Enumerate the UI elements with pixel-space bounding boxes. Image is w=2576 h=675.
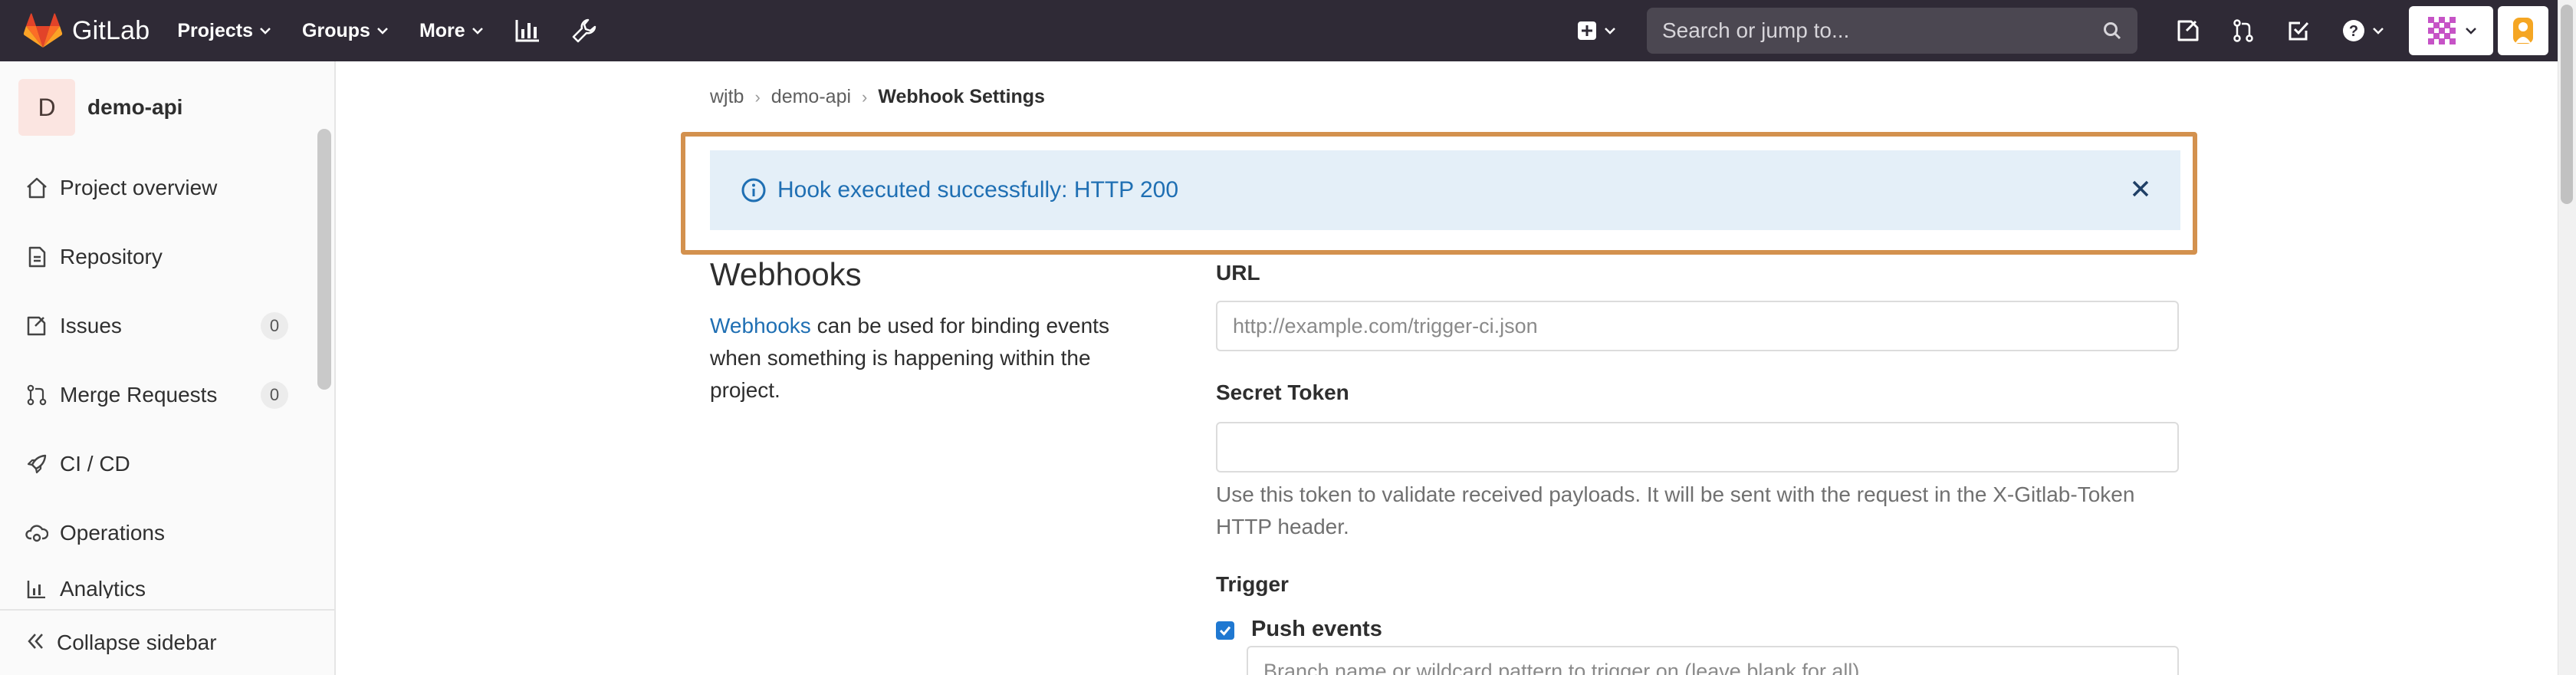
issues-nav-button[interactable] <box>2176 18 2200 43</box>
chevron-down-icon <box>377 28 388 35</box>
doc-icon <box>25 245 49 269</box>
merge-requests-count-badge: 0 <box>261 381 288 409</box>
sidebar-item-label: Analytics <box>60 577 146 598</box>
nav-more-label: More <box>419 19 465 41</box>
chevron-down-icon <box>1605 28 1615 35</box>
double-chevron-left-icon <box>25 631 46 656</box>
sidebar-item-project-overview[interactable]: Project overview <box>0 153 334 222</box>
page-scrollbar-thumb[interactable] <box>2561 5 2573 204</box>
sidebar-item-label: CI / CD <box>60 452 130 476</box>
project-avatar: D <box>18 79 75 136</box>
gitlab-logo-icon <box>23 13 63 48</box>
webhooks-heading: Webhooks <box>710 256 862 292</box>
trigger-label: Trigger <box>1216 572 1289 596</box>
gitlab-home-link[interactable]: GitLab <box>23 0 150 61</box>
help-dropdown[interactable]: ? <box>2341 18 2384 43</box>
plus-square-icon <box>1578 21 1596 40</box>
url-label: URL <box>1216 261 1260 285</box>
breadcrumb: wjtb › demo-api › Webhook Settings <box>710 86 1045 108</box>
nav-groups-dropdown[interactable]: Groups <box>302 20 389 42</box>
chevron-down-icon <box>2373 28 2384 35</box>
nav-projects-dropdown[interactable]: Projects <box>177 20 271 42</box>
issues-icon <box>25 314 49 338</box>
issues-count-badge: 0 <box>261 312 288 340</box>
chevron-down-icon <box>472 28 483 35</box>
webhooks-description: Webhooks can be used for binding events … <box>710 310 1155 407</box>
chevron-right-icon: › <box>754 87 761 107</box>
rocket-icon <box>25 452 49 476</box>
nav-more-dropdown[interactable]: More <box>419 20 484 42</box>
sidebar-item-label: Repository <box>60 245 163 268</box>
sidebar-item-analytics[interactable]: Analytics <box>0 568 334 598</box>
user-menu-dropdown[interactable] <box>2409 6 2493 55</box>
flash-message: Hook executed successfully: HTTP 200 <box>777 177 1179 202</box>
flash-close-button[interactable] <box>2130 178 2151 203</box>
project-name: demo-api <box>87 95 183 119</box>
sidebar-item-ci-cd[interactable]: CI / CD <box>0 430 334 499</box>
activity-chart-button[interactable] <box>514 18 540 43</box>
top-navbar: GitLab Projects Groups More Search or ju… <box>0 0 2558 61</box>
webhooks-docs-link[interactable]: Webhooks <box>710 314 811 338</box>
new-dropdown[interactable] <box>1576 20 1616 41</box>
push-events-label[interactable]: Push events <box>1251 617 1382 642</box>
checkmark-icon <box>1219 626 1231 636</box>
close-icon <box>2132 180 2149 197</box>
todo-check-icon <box>2288 21 2309 41</box>
chevron-right-icon: › <box>862 87 868 107</box>
user-avatar-icon <box>2425 14 2459 48</box>
home-icon <box>25 176 49 200</box>
nav-groups-label: Groups <box>302 19 370 41</box>
person-icon <box>2513 18 2533 44</box>
chart-icon <box>25 577 49 598</box>
push-events-branch-filter-input[interactable] <box>1247 646 2179 675</box>
search-icon <box>2104 22 2121 40</box>
merge-request-icon <box>2233 19 2253 42</box>
sidebar-item-merge-requests[interactable]: Merge Requests 0 <box>0 361 334 430</box>
secret-token-label: Secret Token <box>1216 380 1349 404</box>
sidebar-item-label: Project overview <box>60 176 218 199</box>
chevron-down-icon <box>260 28 271 35</box>
breadcrumb-link-namespace[interactable]: wjtb <box>710 86 744 108</box>
flash-notice: Hook executed successfully: HTTP 200 <box>710 150 2180 230</box>
secret-token-help: Use this token to validate received payl… <box>1216 482 2135 538</box>
sidebar-scrollbar[interactable] <box>317 129 331 390</box>
svg-text:?: ? <box>2349 23 2358 40</box>
url-field[interactable] <box>1216 301 2179 351</box>
sidebar-item-operations[interactable]: Operations <box>0 499 334 568</box>
brand-name: GitLab <box>72 15 150 45</box>
sidebar-item-label: Merge Requests <box>60 383 218 407</box>
admin-area-button[interactable] <box>571 18 597 44</box>
todos-nav-button[interactable] <box>2286 18 2311 43</box>
push-events-checkbox[interactable] <box>1216 621 1234 640</box>
search-input[interactable] <box>1662 18 2102 43</box>
page-scrollbar-track[interactable] <box>2558 0 2576 675</box>
chevron-down-icon <box>2466 28 2476 35</box>
help-icon: ? <box>2343 20 2364 41</box>
breadcrumb-link-project[interactable]: demo-api <box>771 86 851 108</box>
sidebar-item-issues[interactable]: Issues 0 <box>0 291 334 361</box>
cloud-gear-icon <box>25 521 49 545</box>
merge-requests-nav-button[interactable] <box>2231 18 2256 43</box>
collapse-sidebar-label: Collapse sidebar <box>57 631 217 654</box>
collapse-sidebar-button[interactable]: Collapse sidebar <box>0 609 334 675</box>
search-box[interactable] <box>1647 8 2137 54</box>
project-header-link[interactable]: D demo-api <box>0 61 334 153</box>
merge-request-icon <box>25 383 49 407</box>
issues-icon <box>2177 20 2199 41</box>
nav-projects-label: Projects <box>177 19 254 41</box>
info-icon <box>741 178 766 202</box>
sidebar-item-repository[interactable]: Repository <box>0 222 334 291</box>
user-profile-button[interactable] <box>2498 6 2548 55</box>
project-sidebar: D demo-api Project overview Repository I… <box>0 61 336 675</box>
wrench-icon <box>572 18 596 43</box>
secret-token-field[interactable] <box>1216 422 2179 472</box>
breadcrumb-current-page[interactable]: Webhook Settings <box>878 86 1045 108</box>
bar-chart-icon <box>515 20 539 42</box>
sidebar-item-label: Operations <box>60 521 165 545</box>
sidebar-item-label: Issues <box>60 314 122 338</box>
